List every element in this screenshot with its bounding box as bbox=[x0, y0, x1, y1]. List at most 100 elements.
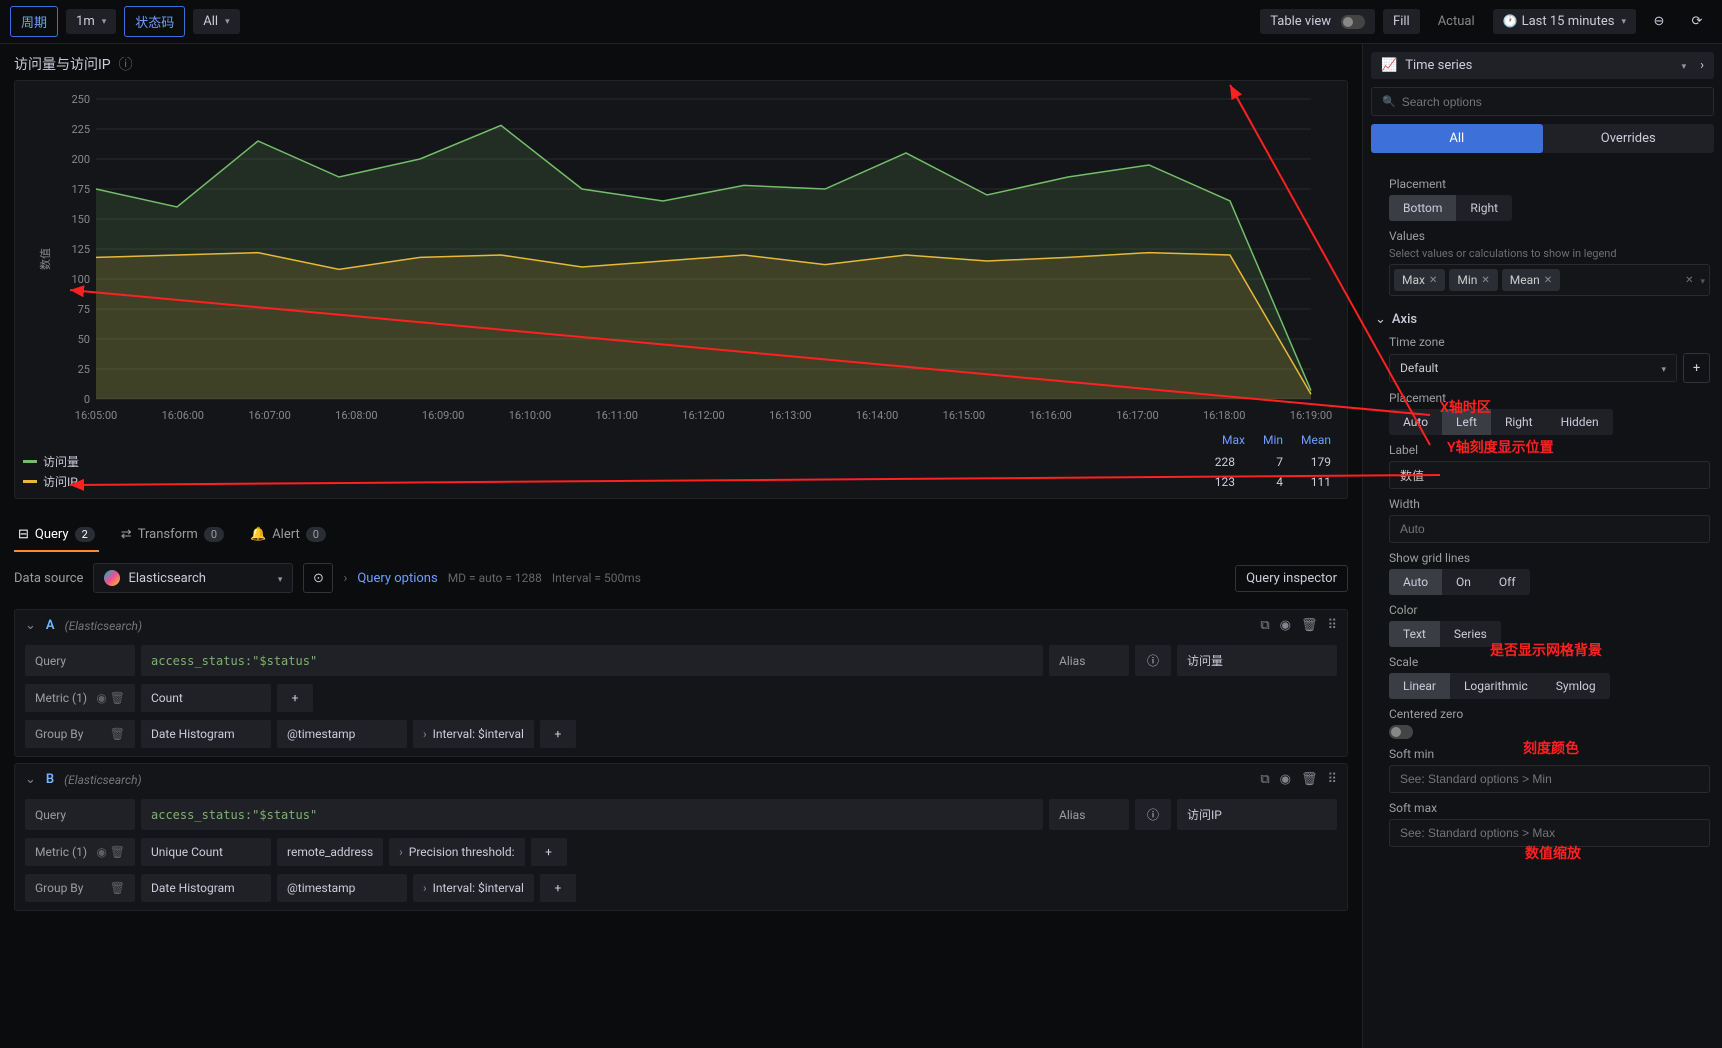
clear-all-icon[interactable]: ✕ bbox=[1685, 275, 1693, 286]
soft-min-input[interactable] bbox=[1389, 765, 1710, 793]
add-metric-button[interactable]: + bbox=[277, 684, 313, 712]
eye-icon[interactable]: ◉ bbox=[1280, 618, 1291, 633]
placement-bottom[interactable]: Bottom bbox=[1389, 195, 1456, 221]
scale-seg-symlog[interactable]: Symlog bbox=[1542, 673, 1610, 699]
chip-min[interactable]: Min✕ bbox=[1449, 269, 1497, 291]
fill-button[interactable]: Fill bbox=[1383, 9, 1420, 34]
alias-input[interactable]: 访问IP bbox=[1177, 799, 1337, 830]
query-options-link[interactable]: Query options bbox=[357, 571, 437, 586]
placement-right[interactable]: Right bbox=[1456, 195, 1512, 221]
legend-col-max[interactable]: Max bbox=[1222, 433, 1245, 447]
ds-settings-icon[interactable]: ⊙ bbox=[303, 563, 333, 593]
legend-col-mean[interactable]: Mean bbox=[1301, 433, 1331, 447]
values-chips[interactable]: Max✕ Min✕ Mean✕ ✕ bbox=[1389, 264, 1710, 296]
legend-col-min[interactable]: Min bbox=[1263, 433, 1283, 447]
close-icon[interactable]: ✕ bbox=[1544, 275, 1552, 286]
time-range-label: Last 15 minutes bbox=[1522, 14, 1615, 29]
tab-query[interactable]: ⊟Query2 bbox=[14, 519, 99, 552]
close-icon[interactable]: ✕ bbox=[1481, 275, 1489, 286]
legend-table: 访问量2287179 访问IP1234111 bbox=[23, 453, 1339, 490]
color-seg-series[interactable]: Series bbox=[1440, 621, 1501, 647]
width-input[interactable] bbox=[1389, 515, 1710, 543]
metric-value[interactable]: Unique Count bbox=[141, 838, 271, 866]
viz-type-select[interactable]: 📈 Time series › bbox=[1371, 52, 1714, 79]
soft-max-input[interactable] bbox=[1389, 819, 1710, 847]
all-dropdown[interactable]: All bbox=[193, 9, 239, 34]
ds-name: Elasticsearch bbox=[128, 571, 205, 586]
add-metric-button[interactable]: + bbox=[531, 838, 567, 866]
alert-icon: 🔔 bbox=[250, 527, 266, 542]
alias-info-icon[interactable]: ⓘ bbox=[1135, 799, 1171, 830]
drag-icon[interactable]: ⠿ bbox=[1327, 618, 1337, 633]
query-input[interactable]: access_status:"$status" bbox=[141, 799, 1043, 830]
refresh-icon[interactable]: ⟳ bbox=[1682, 7, 1712, 37]
status-label[interactable]: 状态码 bbox=[124, 6, 185, 37]
actual-button[interactable]: Actual bbox=[1428, 9, 1485, 34]
legend-row[interactable]: 访问IP1234111 bbox=[23, 473, 1339, 490]
chevron-down-icon[interactable]: ⌄ bbox=[25, 618, 36, 633]
centered-zero-toggle[interactable] bbox=[1389, 725, 1413, 739]
legend-placement-seg: Bottom Right bbox=[1389, 195, 1512, 221]
query-count-badge: 2 bbox=[75, 527, 95, 542]
axis-placement-hidden[interactable]: Hidden bbox=[1547, 409, 1613, 435]
table-view-toggle[interactable]: Table view bbox=[1260, 9, 1375, 34]
timezone-select[interactable]: Default bbox=[1389, 354, 1677, 382]
copy-icon[interactable]: ⧉ bbox=[1260, 772, 1269, 787]
copy-icon[interactable]: ⧉ bbox=[1260, 618, 1269, 633]
add-groupby-button[interactable]: + bbox=[540, 720, 576, 748]
toggle-switch[interactable] bbox=[1341, 15, 1365, 29]
groupby-value[interactable]: Date Histogram bbox=[141, 720, 271, 748]
chip-max[interactable]: Max✕ bbox=[1394, 269, 1445, 291]
tab-overrides[interactable]: Overrides bbox=[1543, 124, 1715, 153]
interval-option[interactable]: › Interval: $interval bbox=[413, 874, 534, 902]
close-icon[interactable]: ✕ bbox=[1429, 275, 1437, 286]
legend-row[interactable]: 访问量2287179 bbox=[23, 453, 1339, 470]
eye-icon[interactable]: ◉ bbox=[1280, 772, 1291, 787]
time-range-picker[interactable]: Last 15 minutes bbox=[1493, 9, 1636, 34]
add-groupby-button[interactable]: + bbox=[540, 874, 576, 902]
drag-icon[interactable]: ⠿ bbox=[1327, 772, 1337, 787]
transform-icon: ⇄ bbox=[121, 527, 132, 542]
color-seg-text[interactable]: Text bbox=[1389, 621, 1440, 647]
trash-icon[interactable]: 🗑 bbox=[1301, 772, 1318, 787]
zoom-out-icon[interactable]: ⊖ bbox=[1644, 7, 1674, 37]
info-icon[interactable]: ⓘ bbox=[119, 54, 133, 74]
tab-alert[interactable]: 🔔Alert0 bbox=[246, 519, 330, 552]
interval-option[interactable]: › Interval: $interval bbox=[413, 720, 534, 748]
chevron-down-icon[interactable] bbox=[1697, 273, 1705, 287]
groupby-field[interactable]: @timestamp bbox=[277, 874, 407, 902]
scale-seg-linear[interactable]: Linear bbox=[1389, 673, 1450, 699]
scale-seg-logarithmic[interactable]: Logarithmic bbox=[1450, 673, 1542, 699]
axis-placement-left[interactable]: Left bbox=[1442, 409, 1491, 435]
period-label[interactable]: 周期 bbox=[10, 6, 58, 37]
axis-placement-right[interactable]: Right bbox=[1491, 409, 1547, 435]
grid-seg-auto[interactable]: Auto bbox=[1389, 569, 1442, 595]
query-inspector-button[interactable]: Query inspector bbox=[1235, 565, 1348, 592]
groupby-field[interactable]: @timestamp bbox=[277, 720, 407, 748]
width-label: Width bbox=[1389, 497, 1710, 511]
svg-text:75: 75 bbox=[78, 303, 90, 316]
chevron-down-icon[interactable]: ⌄ bbox=[25, 772, 36, 787]
axis-label-input[interactable] bbox=[1389, 461, 1710, 489]
trash-icon[interactable]: 🗑 bbox=[1301, 618, 1318, 633]
tab-transform[interactable]: ⇄Transform0 bbox=[117, 519, 228, 552]
chip-mean[interactable]: Mean✕ bbox=[1502, 269, 1560, 291]
alias-input[interactable]: 访问量 bbox=[1177, 645, 1337, 676]
axis-placement-auto[interactable]: Auto bbox=[1389, 409, 1442, 435]
grid-seg-off[interactable]: Off bbox=[1485, 569, 1530, 595]
axis-section-header[interactable]: ⌄Axis bbox=[1375, 312, 1710, 327]
query-block-B: ⌄ B (Elasticsearch) ⧉ ◉ 🗑 ⠿ Query access… bbox=[14, 763, 1348, 911]
groupby-value[interactable]: Date Histogram bbox=[141, 874, 271, 902]
metric-value[interactable]: Count bbox=[141, 684, 271, 712]
period-value[interactable]: 1m bbox=[66, 9, 116, 34]
search-input[interactable] bbox=[1402, 95, 1703, 109]
ds-select[interactable]: Elasticsearch bbox=[93, 563, 293, 593]
add-button[interactable]: + bbox=[1683, 353, 1710, 383]
grid-seg-on[interactable]: On bbox=[1442, 569, 1485, 595]
chart-icon: 📈 bbox=[1381, 58, 1397, 73]
chevron-right-icon[interactable]: › bbox=[1700, 58, 1704, 73]
tab-all[interactable]: All bbox=[1371, 124, 1543, 153]
alias-info-icon[interactable]: ⓘ bbox=[1135, 645, 1171, 676]
search-options[interactable] bbox=[1371, 87, 1714, 116]
query-input[interactable]: access_status:"$status" bbox=[141, 645, 1043, 676]
